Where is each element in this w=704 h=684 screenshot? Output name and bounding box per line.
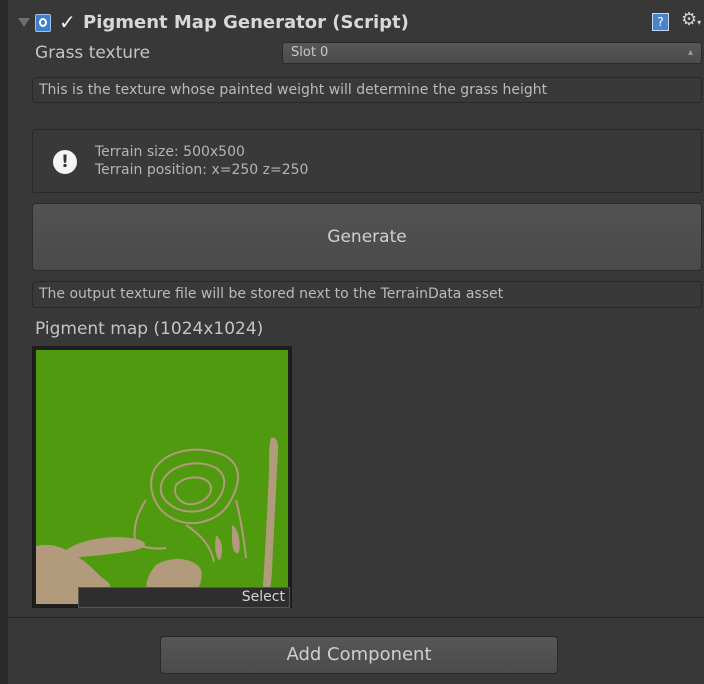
enabled-checkbox[interactable]: ✓: [59, 12, 79, 32]
component-title: Pigment Map Generator (Script): [83, 12, 409, 33]
info-exclamation-icon: !: [53, 150, 77, 174]
component-header: ✓ Pigment Map Generator (Script) ? ⚙▾: [8, 8, 704, 40]
terrain-size-text: Terrain size: 500x500: [95, 144, 245, 160]
grass-texture-help-box: This is the texture whose painted weight…: [32, 77, 702, 103]
pigment-map-thumbnail[interactable]: [32, 346, 292, 608]
grass-texture-label: Grass texture: [35, 43, 151, 63]
help-book-icon[interactable]: ?: [652, 13, 669, 31]
terrain-info-box: ! Terrain size: 500x500 Terrain position…: [32, 129, 702, 193]
gear-icon[interactable]: ⚙▾: [681, 9, 701, 34]
dropdown-arrows-icon: ▴: [687, 47, 693, 58]
terrain-position-text: Terrain position: x=250 z=250: [95, 162, 309, 178]
foldout-arrow-icon[interactable]: [18, 18, 30, 27]
divider: [8, 617, 704, 618]
output-note-box: The output texture file will be stored n…: [32, 281, 702, 308]
inspector-left-strip: [0, 0, 8, 684]
pigment-map-preview-image: [36, 350, 288, 604]
csharp-script-icon: [35, 14, 51, 32]
grass-texture-value: Slot 0: [291, 45, 329, 60]
generate-button[interactable]: Generate: [32, 203, 702, 271]
grass-texture-dropdown[interactable]: Slot 0 ▴: [282, 42, 702, 64]
pigment-map-label: Pigment map (1024x1024): [35, 319, 264, 339]
select-texture-button[interactable]: Select: [78, 587, 290, 608]
add-component-button[interactable]: Add Component: [160, 636, 558, 674]
